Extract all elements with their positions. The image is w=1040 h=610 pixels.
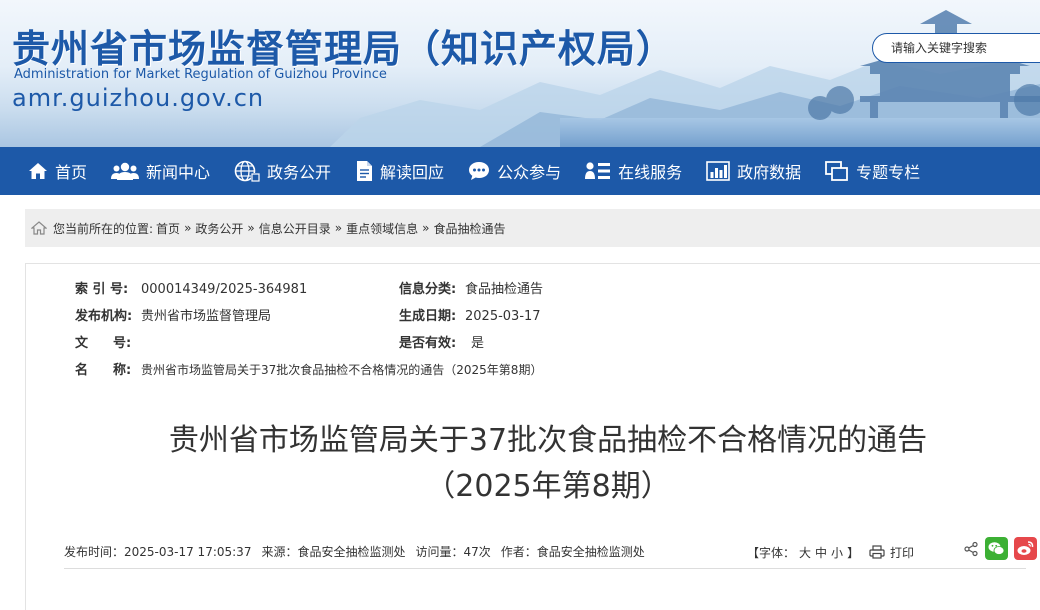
article-title: 贵州省市场监管局关于37批次食品抽检不合格情况的通告 （2025年第8期） bbox=[48, 418, 1040, 510]
meta-docno: 文 号: bbox=[75, 332, 141, 351]
site-subtitle: Administration for Market Regulation of … bbox=[14, 67, 387, 82]
window-icon bbox=[825, 161, 849, 181]
printer-icon bbox=[869, 545, 885, 559]
meta-name-value: 贵州省市场监管局关于37批次食品抽检不合格情况的通告（2025年第8期） bbox=[141, 363, 543, 377]
breadcrumb-item-home[interactable]: 首页 bbox=[156, 220, 180, 237]
site-title: 贵州省市场监督管理局（知识产权局） bbox=[12, 27, 676, 71]
meta-date-value: 2025-03-17 bbox=[465, 309, 541, 324]
meta-category: 信息分类: 食品抽检通告 bbox=[399, 278, 543, 297]
breadcrumb-separator: » bbox=[184, 221, 192, 235]
print-button[interactable]: 打印 bbox=[869, 535, 914, 569]
header-banner: 贵州省市场监督管理局（知识产权局） Administration for Mar… bbox=[0, 0, 1040, 147]
nav-item-label: 政务公开 bbox=[267, 163, 332, 182]
meta-publisher-label: 发布机构: bbox=[75, 309, 133, 324]
font-size-control: 【字体： 大 中 小 】 bbox=[747, 535, 863, 569]
font-size-large-button[interactable]: 大 bbox=[799, 544, 811, 561]
main-nav: 首页 新闻中心 政务公开 解读回应 公众参与 在线服务 政府数据 专题专栏 bbox=[0, 147, 1040, 195]
breadcrumb-separator: » bbox=[422, 221, 430, 235]
breadcrumb-item-food-notice[interactable]: 食品抽检通告 bbox=[433, 220, 505, 237]
nav-item-label: 公众参与 bbox=[497, 163, 562, 182]
meta-index-value: 000014349/2025-364981 bbox=[141, 282, 308, 297]
print-label: 打印 bbox=[890, 545, 915, 560]
meta-name: 名 称: 贵州省市场监管局关于37批次食品抽检不合格情况的通告（2025年第8期） bbox=[75, 359, 542, 378]
publish-time: 发布时间：2025-03-17 17:05:37 bbox=[64, 545, 252, 559]
nav-item-gov-affairs[interactable]: 政务公开 bbox=[234, 159, 331, 183]
view-count: 访问量：47次 bbox=[415, 545, 491, 559]
people-icon bbox=[111, 162, 140, 180]
weibo-icon[interactable] bbox=[1014, 537, 1037, 560]
search-box bbox=[872, 33, 1040, 63]
chat-icon bbox=[469, 162, 490, 180]
font-size-medium-button[interactable]: 中 bbox=[815, 544, 827, 561]
nav-item-label: 首页 bbox=[55, 163, 88, 182]
meta-publisher: 发布机构: 贵州省市场监督管理局 bbox=[75, 305, 271, 324]
meta-publisher-value: 贵州省市场监督管理局 bbox=[141, 309, 272, 324]
meta-name-label-b: 称: bbox=[113, 363, 132, 378]
site-domain: amr.guizhou.gov.cn bbox=[12, 84, 265, 112]
article-title-line2: （2025年第8期） bbox=[425, 469, 671, 504]
meta-date-label: 生成日期: bbox=[399, 309, 457, 324]
nav-item-label: 新闻中心 bbox=[146, 163, 211, 182]
meta-category-label: 信息分类: bbox=[399, 282, 457, 297]
breadcrumb-item-catalog[interactable]: 信息公开目录 bbox=[259, 220, 331, 237]
breadcrumb-item-key-areas[interactable]: 重点领域信息 bbox=[346, 220, 418, 237]
breadcrumb-item-gov-affairs[interactable]: 政务公开 bbox=[195, 220, 243, 237]
nav-item-interpretation[interactable]: 解读回应 bbox=[355, 159, 444, 183]
meta-docno-label-b: 号: bbox=[113, 336, 132, 351]
nav-item-gov-data[interactable]: 政府数据 bbox=[706, 159, 801, 183]
article-source: 来源：食品安全抽检监测处 bbox=[261, 545, 406, 559]
breadcrumb: 您当前所在的位置: 首页 » 政务公开 » 信息公开目录 » 重点领域信息 » … bbox=[25, 209, 1040, 247]
globe-icon bbox=[234, 160, 261, 182]
meta-name-label-a: 名 bbox=[75, 363, 89, 378]
home-icon bbox=[29, 163, 47, 179]
meta-category-value: 食品抽检通告 bbox=[465, 282, 544, 297]
breadcrumb-separator: » bbox=[247, 221, 255, 235]
meta-docno-label-a: 文 bbox=[75, 336, 89, 351]
meta-index-label: 索 引 号: bbox=[75, 282, 129, 297]
article-title-line1: 贵州省市场监管局关于37批次食品抽检不合格情况的通告 bbox=[168, 423, 928, 458]
article-info-bar: 发布时间：2025-03-17 17:05:37 来源：食品安全抽检监测处 访问… bbox=[64, 535, 1037, 569]
nav-item-label: 政府数据 bbox=[737, 163, 802, 182]
meta-valid: 是否有效: 是 bbox=[399, 332, 484, 351]
wechat-icon[interactable] bbox=[985, 537, 1008, 560]
meta-date: 生成日期: 2025-03-17 bbox=[399, 305, 541, 324]
nav-item-label: 解读回应 bbox=[380, 163, 445, 182]
nav-item-news[interactable]: 新闻中心 bbox=[111, 159, 210, 183]
nav-item-participation[interactable]: 公众参与 bbox=[468, 159, 561, 183]
nav-item-special-topics[interactable]: 专题专栏 bbox=[825, 159, 920, 183]
nav-item-label: 在线服务 bbox=[618, 163, 683, 182]
home-outline-icon bbox=[31, 221, 47, 235]
font-size-label: 【字体： bbox=[747, 545, 796, 560]
article-author: 作者：食品安全抽检监测处 bbox=[500, 545, 645, 559]
bar-chart-icon bbox=[706, 161, 730, 181]
nav-item-home[interactable]: 首页 bbox=[28, 159, 87, 183]
nav-item-label: 专题专栏 bbox=[856, 163, 921, 182]
share-bar bbox=[957, 537, 1037, 560]
meta-valid-label: 是否有效: bbox=[399, 336, 457, 351]
user-list-icon bbox=[585, 162, 611, 179]
document-icon bbox=[357, 161, 373, 181]
font-size-small-button[interactable]: 小 bbox=[831, 544, 843, 561]
meta-valid-value: 是 bbox=[471, 336, 485, 351]
breadcrumb-separator: » bbox=[334, 221, 343, 235]
meta-index: 索 引 号: 000014349/2025-364981 bbox=[75, 278, 307, 297]
share-icon[interactable] bbox=[963, 541, 979, 557]
font-size-close: 】 bbox=[847, 545, 860, 560]
search-input[interactable] bbox=[891, 41, 1040, 55]
breadcrumb-prefix: 您当前所在的位置: bbox=[53, 221, 154, 236]
nav-item-online-service[interactable]: 在线服务 bbox=[585, 159, 682, 183]
